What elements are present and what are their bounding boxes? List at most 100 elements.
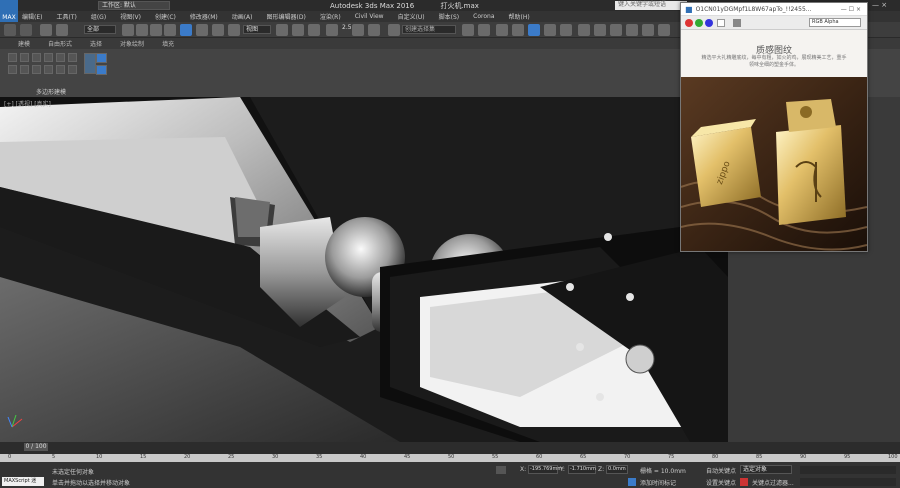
y-coordinate[interactable]: -1.710mm xyxy=(568,465,596,474)
menu-item[interactable]: 组(G) xyxy=(91,12,106,21)
app-logo[interactable]: MAX xyxy=(0,0,18,22)
workspace-dropdown[interactable]: 工作区: 默认 xyxy=(98,1,170,10)
percent-snap-icon[interactable] xyxy=(368,24,380,36)
mirror-icon[interactable] xyxy=(462,24,474,36)
curve-editor-icon[interactable] xyxy=(528,24,540,36)
z-coordinate[interactable]: 0.0mm xyxy=(606,465,628,474)
timeline-ruler[interactable]: 0 5 10 15 20 25 30 35 40 45 50 55 60 65 70 75 80 85 90 95 10… xyxy=(0,454,900,462)
add-time-tag[interactable]: 添加时间标记 xyxy=(640,478,676,487)
corona-vfb-icon[interactable] xyxy=(658,24,670,36)
menu-item[interactable]: 创建(C) xyxy=(155,12,176,21)
menu-item[interactable]: Corona xyxy=(473,13,494,20)
material-editor-icon[interactable] xyxy=(560,24,572,36)
named-selection-set[interactable]: 创建选择集 xyxy=(402,25,456,34)
menu-item[interactable]: 编辑(E) xyxy=(22,12,42,21)
menu-item[interactable]: 渲染(R) xyxy=(320,12,341,21)
keyboard-shortcut-icon[interactable] xyxy=(308,24,320,36)
viewport-perspective[interactable]: [+] [透视] [真实] xyxy=(0,97,728,442)
ribbon-button[interactable] xyxy=(8,53,17,62)
select-icon[interactable] xyxy=(122,24,134,36)
ribbon-button[interactable] xyxy=(32,65,41,74)
window-crossing-icon[interactable] xyxy=(164,24,176,36)
tab-modeling[interactable]: 建模 xyxy=(18,39,30,48)
ribbon-button[interactable] xyxy=(20,65,29,74)
select-manipulate-icon[interactable] xyxy=(292,24,304,36)
playback-controls[interactable] xyxy=(800,466,896,474)
edit-named-selection-icon[interactable] xyxy=(388,24,400,36)
select-by-name-icon[interactable] xyxy=(136,24,148,36)
auto-key-button[interactable]: 自动关键点 xyxy=(706,466,736,475)
menu-item[interactable]: 工具(T) xyxy=(56,12,76,21)
menu-item[interactable]: 图形编辑器(D) xyxy=(267,12,306,21)
menu-item[interactable]: 帮助(H) xyxy=(509,12,530,21)
align-icon[interactable] xyxy=(478,24,490,36)
tab-freeform[interactable]: 自由形式 xyxy=(48,39,72,48)
image-viewer-titlebar[interactable]: ■ O1CN01yDGMpf1L8W67apTo_!!2455... — ☐ × xyxy=(681,3,867,16)
rendered-frame-icon[interactable] xyxy=(594,24,606,36)
search-input[interactable]: 键入关键字或短语 xyxy=(615,1,687,10)
undo-icon[interactable] xyxy=(4,24,16,36)
render-production-icon[interactable] xyxy=(626,24,638,36)
red-channel-icon[interactable] xyxy=(685,19,693,27)
place-icon[interactable] xyxy=(228,24,240,36)
window-controls[interactable]: — × xyxy=(872,1,896,10)
tab-object-paint[interactable]: 对象绘制 xyxy=(120,39,144,48)
maxscript-listener[interactable]: MAXScript 迷 xyxy=(2,477,44,486)
scale-icon[interactable] xyxy=(212,24,224,36)
tab-selection[interactable]: 选择 xyxy=(90,39,102,48)
pivot-icon[interactable] xyxy=(276,24,288,36)
reference-coord[interactable]: 视图 xyxy=(243,25,271,34)
mono-icon[interactable] xyxy=(733,19,741,27)
time-slider[interactable]: 0 / 100 xyxy=(24,443,48,451)
set-key-button[interactable]: 设置关键点 xyxy=(706,478,736,487)
green-channel-icon[interactable] xyxy=(695,19,703,27)
corona-render-icon[interactable] xyxy=(642,24,654,36)
image-viewer-window[interactable]: ■ O1CN01yDGMpf1L8W67apTo_!!2455... — ☐ ×… xyxy=(680,2,868,252)
layer-explorer-icon[interactable] xyxy=(496,24,508,36)
blue-channel-icon[interactable] xyxy=(705,19,713,27)
redo-icon[interactable] xyxy=(20,24,32,36)
time-tag-icon[interactable] xyxy=(628,478,636,486)
menu-item[interactable]: 自定义(U) xyxy=(398,12,425,21)
link-icon[interactable] xyxy=(40,24,52,36)
menu-item[interactable]: 脚本(S) xyxy=(439,12,460,21)
viewport-nav-controls[interactable] xyxy=(800,478,896,486)
viewer-window-controls[interactable]: — ☐ × xyxy=(841,6,861,13)
render-icon[interactable] xyxy=(610,24,622,36)
move-icon[interactable] xyxy=(180,24,192,36)
key-icon[interactable] xyxy=(740,478,748,486)
ribbon-button[interactable] xyxy=(32,53,41,62)
angle-snap-icon[interactable] xyxy=(352,24,364,36)
ribbon-toggle-icon[interactable] xyxy=(512,24,524,36)
tab-populate[interactable]: 填充 xyxy=(162,39,174,48)
menu-item[interactable]: 视图(V) xyxy=(120,12,141,21)
x-coordinate[interactable]: -195.769mm xyxy=(528,465,562,474)
ribbon-button[interactable] xyxy=(20,53,29,62)
ribbon-button[interactable] xyxy=(68,65,77,74)
ribbon-button[interactable] xyxy=(56,53,65,62)
lock-icon[interactable] xyxy=(496,466,506,474)
key-filters-button[interactable]: 关键点过滤器... xyxy=(752,478,794,487)
ribbon-button[interactable] xyxy=(44,53,53,62)
menu-item[interactable]: 修改器(M) xyxy=(190,12,218,21)
unlink-icon[interactable] xyxy=(56,24,68,36)
alpha-channel-icon[interactable] xyxy=(717,19,725,27)
rect-select-icon[interactable] xyxy=(150,24,162,36)
ribbon-button[interactable] xyxy=(96,53,107,63)
menu-item[interactable]: Civil View xyxy=(355,13,384,20)
ribbon-button[interactable] xyxy=(56,65,65,74)
ribbon-button[interactable] xyxy=(96,65,107,75)
channel-dropdown[interactable]: RGB Alpha xyxy=(809,18,861,27)
schematic-view-icon[interactable] xyxy=(544,24,556,36)
snap-icon[interactable] xyxy=(326,24,338,36)
viewport-label[interactable]: [+] [透视] [真实] xyxy=(4,99,51,108)
rotate-icon[interactable] xyxy=(196,24,208,36)
render-setup-icon[interactable] xyxy=(578,24,590,36)
key-mode-dropdown[interactable]: 选定对象 xyxy=(740,465,792,474)
ribbon-button[interactable] xyxy=(68,53,77,62)
ribbon-button[interactable] xyxy=(8,65,17,74)
menu-item[interactable]: 动画(A) xyxy=(232,12,253,21)
ribbon-button[interactable] xyxy=(44,65,53,74)
timeline[interactable]: 0 / 100 0 5 10 15 20 25 30 35 40 45 50 55 60 65 70 75 80… xyxy=(0,442,900,462)
ribbon-large-button[interactable] xyxy=(84,53,96,74)
